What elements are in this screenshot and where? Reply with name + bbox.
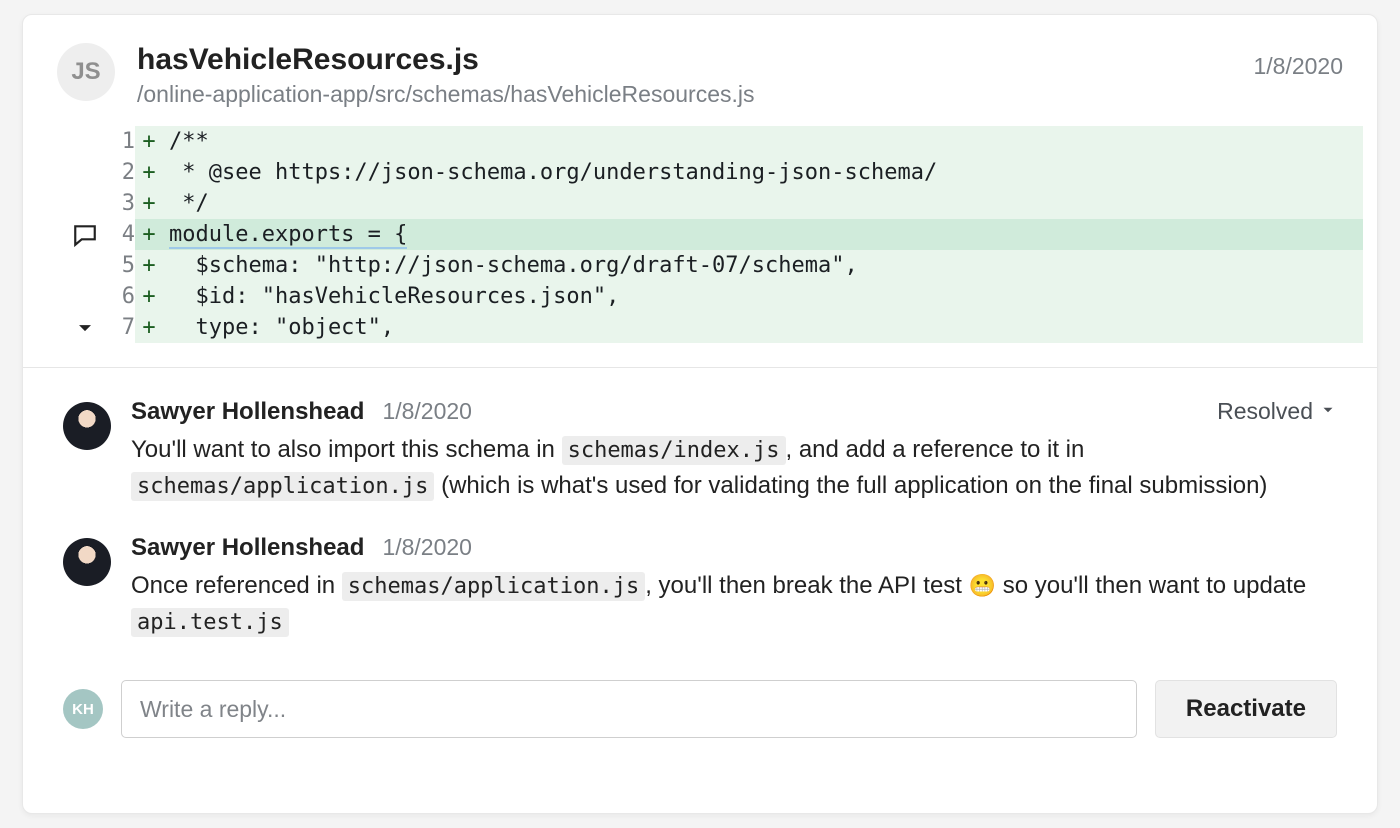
reactivate-button[interactable]: Reactivate (1155, 680, 1337, 738)
comment-text: You'll want to also import this schema i… (131, 432, 1337, 504)
line-number: 4 (107, 219, 135, 250)
emoji-icon: 😬 (969, 573, 996, 598)
inline-code: api.test.js (131, 608, 289, 637)
reply-row: KH Reactivate (23, 670, 1377, 766)
diff-sign: + (135, 281, 163, 312)
line-number: 5 (107, 250, 135, 281)
file-title: hasVehicleResources.js (137, 43, 1253, 77)
line-number: 6 (107, 281, 135, 312)
inline-code: schemas/index.js (562, 436, 786, 465)
comment-header: Sawyer Hollenshead 1/8/2020 (131, 534, 1337, 562)
diff-sign: + (135, 126, 163, 157)
diff-code: */ (163, 188, 1363, 219)
comment-thread: Sawyer Hollenshead 1/8/2020 Resolved You'll… (23, 368, 1377, 640)
resolved-toggle[interactable]: Resolved (1217, 398, 1337, 425)
line-number: 2 (107, 157, 135, 188)
diff-line[interactable]: 4+module.exports = { (63, 219, 1363, 250)
diff-line[interactable]: 3+ */ (63, 188, 1363, 219)
comment-date: 1/8/2020 (382, 534, 472, 561)
reply-input[interactable] (121, 680, 1137, 738)
diff-sign: + (135, 157, 163, 188)
avatar (63, 538, 111, 586)
line-number: 7 (107, 312, 135, 343)
line-number: 1 (107, 126, 135, 157)
diff-sign: + (135, 188, 163, 219)
diff-line[interactable]: 2+ * @see https://json-schema.org/unders… (63, 157, 1363, 188)
diff-block: 1+/**2+ * @see https://json-schema.org/u… (23, 126, 1377, 367)
review-card: JS hasVehicleResources.js /online-applic… (22, 14, 1378, 814)
file-header: JS hasVehicleResources.js /online-applic… (23, 15, 1377, 126)
file-avatar: JS (57, 43, 115, 101)
diff-code: * @see https://json-schema.org/understan… (163, 157, 1363, 188)
diff-code: type: "object", (163, 312, 1363, 343)
diff-sign: + (135, 219, 163, 250)
diff-line[interactable]: 5+ $schema: "http://json-schema.org/draf… (63, 250, 1363, 281)
resolved-label: Resolved (1217, 398, 1313, 425)
diff-code: /** (163, 126, 1363, 157)
comment-author: Sawyer Hollenshead (131, 398, 364, 426)
diff-code: module.exports = { (163, 219, 1363, 250)
comment-body: Sawyer Hollenshead 1/8/2020 Once reference… (131, 534, 1337, 640)
chevron-down-icon (1319, 398, 1337, 425)
diff-sign: + (135, 250, 163, 281)
diff-sign: + (135, 312, 163, 343)
diff-code: $id: "hasVehicleResources.json", (163, 281, 1363, 312)
expand-icon[interactable] (63, 318, 107, 338)
inline-code: schemas/application.js (131, 472, 434, 501)
comment-header: Sawyer Hollenshead 1/8/2020 Resolved (131, 398, 1337, 426)
current-user-avatar: KH (63, 689, 103, 729)
inline-code: schemas/application.js (342, 572, 645, 601)
file-date: 1/8/2020 (1253, 53, 1343, 80)
file-path: /online-application-app/src/schemas/hasV… (137, 81, 1253, 108)
diff-line[interactable]: 7+ type: "object", (63, 312, 1363, 343)
file-title-block: hasVehicleResources.js /online-applicati… (137, 43, 1253, 108)
diff-line[interactable]: 6+ $id: "hasVehicleResources.json", (63, 281, 1363, 312)
comment-date: 1/8/2020 (382, 398, 472, 425)
comment-body: Sawyer Hollenshead 1/8/2020 Resolved You'll… (131, 398, 1337, 504)
diff-line[interactable]: 1+/** (63, 126, 1363, 157)
comment-author: Sawyer Hollenshead (131, 534, 364, 562)
comment-text: Once referenced in schemas/application.j… (131, 568, 1337, 640)
comment: Sawyer Hollenshead 1/8/2020 Once reference… (63, 534, 1337, 640)
comment-icon[interactable] (63, 222, 107, 248)
diff-code: $schema: "http://json-schema.org/draft-0… (163, 250, 1363, 281)
line-number: 3 (107, 188, 135, 219)
comment: Sawyer Hollenshead 1/8/2020 Resolved You'll… (63, 398, 1337, 504)
avatar (63, 402, 111, 450)
